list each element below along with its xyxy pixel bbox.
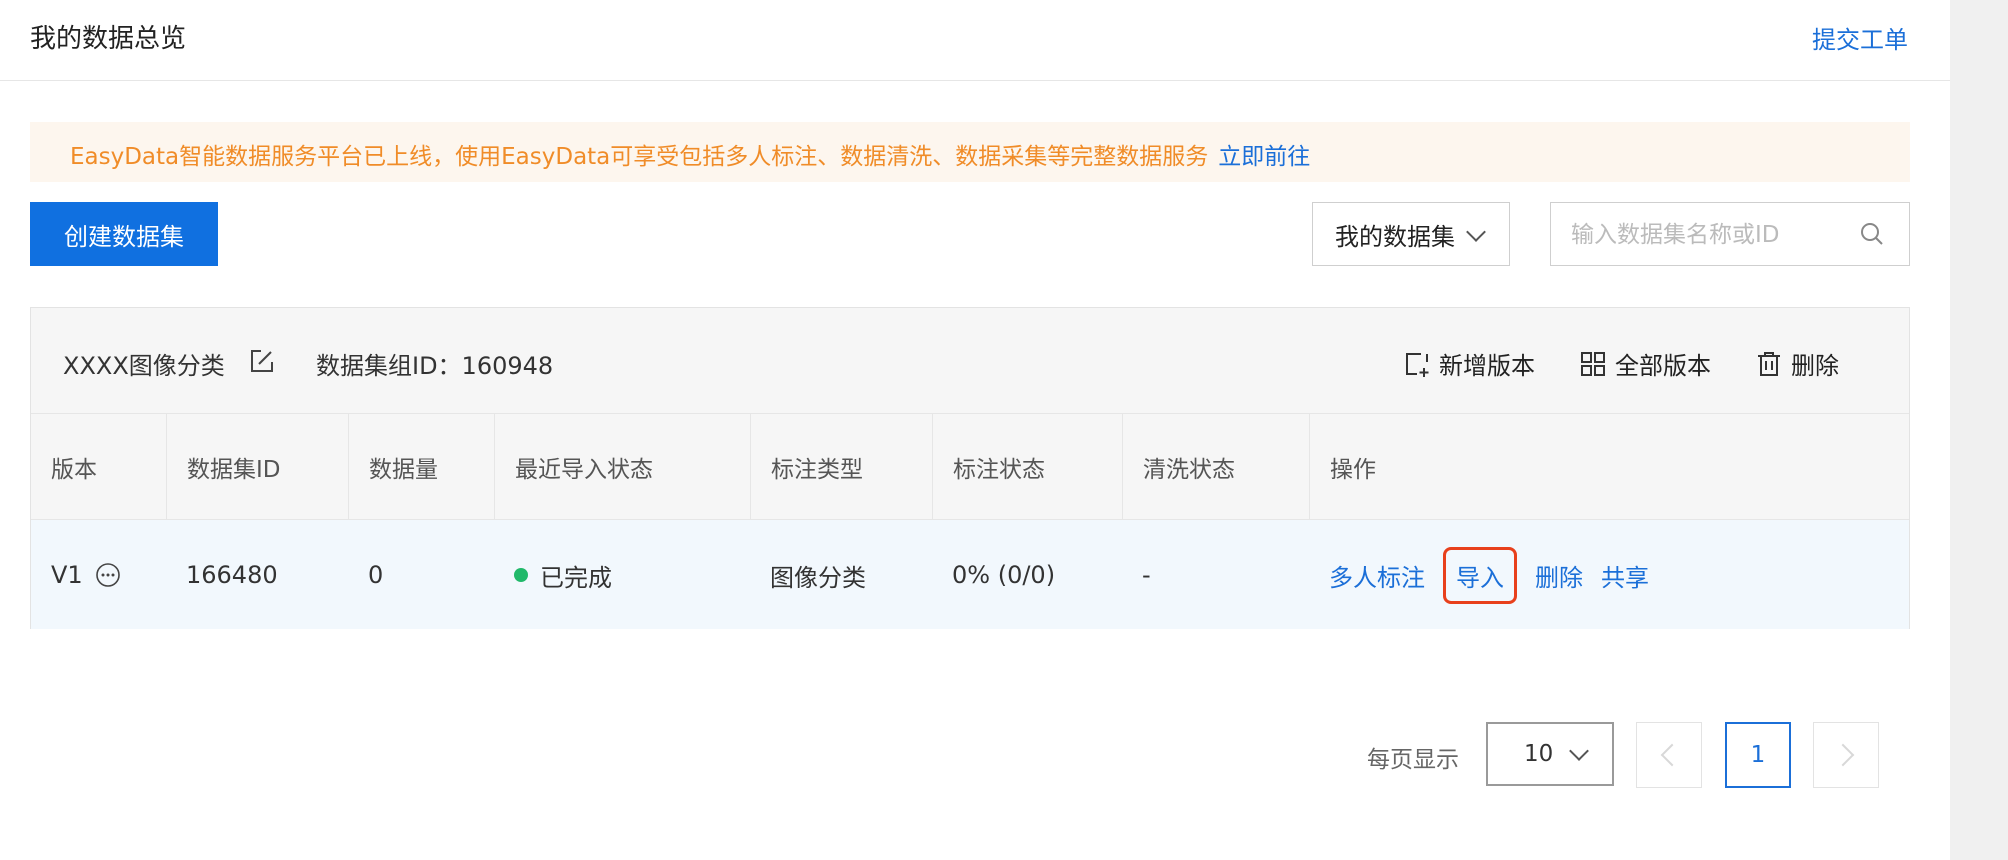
import-link[interactable]: 导入 [1443,546,1517,604]
cell-operations: 多人标注 导入 删除 共享 [1309,520,1909,630]
scrollbar-gutter[interactable] [1950,0,2008,860]
multi-annotate-link[interactable]: 多人标注 [1329,558,1425,593]
cell-count: 0 [368,561,384,589]
cell-annotation-type: 图像分类 [770,563,866,592]
notice-text-wrapper: EasyData智能数据服务平台已上线，使用EasyData可享受包括多人标注、… [70,137,1310,171]
chevron-left-icon [1660,743,1684,767]
search-icon[interactable] [1859,221,1885,247]
version-table: 版本 数据集ID 数据量 最近导入状态 标注类型 标注状态 清洗状态 操作 V1 [31,413,1909,629]
prev-page-button[interactable] [1636,722,1702,788]
col-annotation-type: 标注类型 [750,414,932,520]
col-version: 版本 [51,457,97,483]
all-versions-button[interactable]: 全部版本 [1579,346,1711,381]
import-status-text: 已完成 [540,563,612,592]
chevron-right-icon [1831,743,1855,767]
cell-dataset-id: 166480 [186,561,278,589]
search-box [1550,202,1910,266]
delete-group-label: 删除 [1791,352,1839,380]
dataset-overview-page: 我的数据总览 提交工单 EasyData智能数据服务平台已上线，使用EasyDa… [0,0,1950,860]
page-number-button[interactable]: 1 [1725,722,1791,788]
dataset-filter-value: 我的数据集 [1335,222,1455,251]
trash-icon [1758,351,1780,376]
page-size-select[interactable]: 10 [1486,722,1614,786]
edit-icon[interactable] [249,348,275,374]
notice-go-link[interactable]: 立即前往 [1218,144,1310,170]
share-link[interactable]: 共享 [1601,558,1649,593]
all-versions-label: 全部版本 [1615,352,1711,380]
add-version-label: 新增版本 [1439,352,1535,380]
chevron-down-icon [1569,741,1589,761]
col-import-status: 最近导入状态 [494,414,750,520]
notice-banner: EasyData智能数据服务平台已上线，使用EasyData可享受包括多人标注、… [30,122,1910,182]
delete-group-button[interactable]: 删除 [1755,346,1839,381]
cell-version: V1 [31,520,166,630]
col-count: 数据量 [348,414,494,520]
cell-annotation-status: 0% (0/0) [952,561,1056,589]
notice-text: EasyData智能数据服务平台已上线，使用EasyData可享受包括多人标注、… [70,144,1209,170]
chevron-down-icon [1466,222,1486,242]
status-success-dot [514,568,528,582]
next-page-button[interactable] [1813,722,1879,788]
submit-ticket-link[interactable]: 提交工单 [1812,20,1908,55]
cell-clean-status: - [1142,561,1151,589]
version-label: V1 [51,561,83,589]
page-header: 我的数据总览 提交工单 [0,0,1950,81]
col-dataset-id: 数据集ID [166,414,348,520]
page-title: 我的数据总览 [30,24,187,54]
group-id: 数据集组ID：160948 [316,352,554,380]
col-annotation-status: 标注状态 [932,414,1122,520]
dataset-filter-select[interactable]: 我的数据集 [1312,202,1510,266]
add-version-button[interactable]: 新增版本 [1403,346,1535,381]
grid-icon [1581,351,1605,376]
per-page-label: 每页显示 [1367,747,1459,773]
delete-version-link[interactable]: 删除 [1535,558,1583,593]
search-input[interactable] [1571,215,1851,255]
more-icon[interactable] [95,562,121,588]
table-row: V1 166480 0 已完成 图像分类 0% (0/0) - 多人标注 导入 … [31,519,1909,629]
group-actions: 新增版本 全部版本 删除 [1403,346,1839,381]
add-version-icon [1406,352,1429,377]
create-dataset-button[interactable]: 创建数据集 [30,202,218,266]
col-clean-status: 清洗状态 [1122,414,1309,520]
group-name: XXXX图像分类 [63,352,225,380]
col-operations: 操作 [1309,414,1909,520]
cell-import-status: 已完成 [494,520,750,630]
dataset-group-card: XXXX图像分类 数据集组ID：160948 新增版本 全部版本 删除 版本 数… [30,307,1910,629]
table-header: 版本 数据集ID 数据量 最近导入状态 标注类型 标注状态 清洗状态 操作 [31,413,1909,520]
page-size-value: 10 [1524,741,1554,767]
